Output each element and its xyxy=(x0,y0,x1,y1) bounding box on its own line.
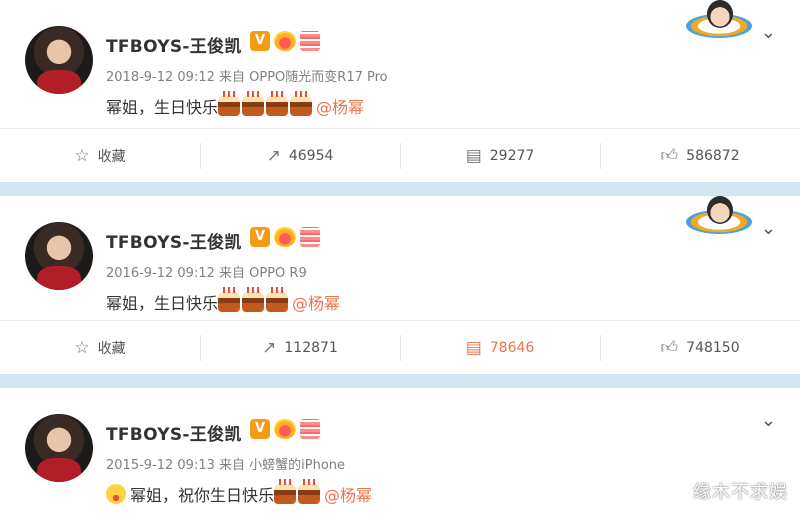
username[interactable]: TFBOYS-王俊凯 xyxy=(106,228,242,253)
card-sticker-icon xyxy=(686,0,752,42)
user-badges: V xyxy=(250,227,320,247)
verified-badge-icon[interactable]: V xyxy=(250,227,270,247)
favorite-label: 收藏 xyxy=(97,148,126,165)
user-badges: V xyxy=(250,31,320,51)
chevron-down-icon[interactable]: ⌄ xyxy=(761,22,776,43)
post-text: 幂姐，祝你生日快乐 xyxy=(130,486,275,505)
repost-button[interactable]: ↗ 112871 xyxy=(200,321,400,374)
member-badge-icon[interactable] xyxy=(300,31,320,51)
cake-emoji-icon xyxy=(298,479,321,504)
mention-link[interactable]: @杨幂 xyxy=(292,290,340,314)
mention-link[interactable]: @杨幂 xyxy=(324,482,372,506)
repost-count: 112871 xyxy=(284,339,338,356)
comment-button[interactable]: ▤ 78646 xyxy=(400,321,600,374)
post-header: TFBOYS-王俊凯 V 2015-9-12 09:13 来自 小螃蟹的iPho… xyxy=(0,388,800,516)
post-content: 幂姐，生日快乐 @杨幂 xyxy=(106,287,340,314)
card-sticker-icon xyxy=(686,196,752,238)
comment-button[interactable]: ▤ 29277 xyxy=(400,129,600,182)
verified-badge-icon[interactable]: V xyxy=(250,419,270,439)
cake-emoji-icon xyxy=(266,287,289,312)
weibo-post-1: TFBOYS-王俊凯 V 2018-9-12 09:12 来自 OPPO随光而变… xyxy=(0,0,800,182)
cake-emoji-icon xyxy=(242,287,265,312)
post-separator xyxy=(0,374,800,388)
watermark: 缘木不求娱 xyxy=(693,482,788,503)
action-bar: ☆ 收藏 ↗ 46954 ▤ 29277 👍︎ 586872 xyxy=(0,128,800,182)
post-meta: 2016-9-12 09:12 来自 OPPO R9 xyxy=(106,266,307,281)
avatar[interactable] xyxy=(25,414,93,482)
cake-emoji-icon xyxy=(242,91,265,116)
favorite-label: 收藏 xyxy=(97,340,126,357)
star-outline-icon: ☆ xyxy=(74,145,90,166)
crown-badge-icon[interactable] xyxy=(274,31,296,51)
like-count: 586872 xyxy=(686,147,740,164)
cake-emoji-icon xyxy=(218,91,241,116)
favorite-button[interactable]: ☆ 收藏 xyxy=(0,129,200,182)
member-badge-icon[interactable] xyxy=(300,227,320,247)
post-meta: 2015-9-12 09:13 来自 小螃蟹的iPhone xyxy=(106,458,346,473)
tongue-out-emoji-icon xyxy=(106,484,126,504)
action-bar: ☆ 收藏 ↗ 112871 ▤ 78646 👍︎ 748150 xyxy=(0,320,800,374)
cake-emoji-icon xyxy=(274,479,297,504)
post-separator xyxy=(0,182,800,196)
username[interactable]: TFBOYS-王俊凯 xyxy=(106,32,242,57)
star-outline-icon: ☆ xyxy=(74,337,90,358)
like-button[interactable]: 👍︎ 748150 xyxy=(600,321,800,374)
verified-badge-icon[interactable]: V xyxy=(250,31,270,51)
post-text: 幂姐，生日快乐 xyxy=(106,294,219,313)
weibo-post-2: TFBOYS-王俊凯 V 2016-9-12 09:12 来自 OPPO R9 … xyxy=(0,196,800,374)
comment-count: 78646 xyxy=(489,339,535,356)
like-button[interactable]: 👍︎ 586872 xyxy=(600,129,800,182)
repost-icon: ↗ xyxy=(266,145,281,166)
post-content: 幂姐，祝你生日快乐 @杨幂 xyxy=(106,479,372,506)
comment-icon: ▤ xyxy=(465,337,482,358)
mention-link[interactable]: @杨幂 xyxy=(316,94,364,118)
thumbs-up-icon: 👍︎ xyxy=(660,146,679,166)
crown-badge-icon[interactable] xyxy=(274,419,296,439)
user-badges: V xyxy=(250,419,320,439)
comment-icon: ▤ xyxy=(465,145,482,166)
member-badge-icon[interactable] xyxy=(300,419,320,439)
weibo-post-3: TFBOYS-王俊凯 V 2015-9-12 09:13 来自 小螃蟹的iPho… xyxy=(0,388,800,516)
avatar[interactable] xyxy=(25,222,93,290)
repost-icon: ↗ xyxy=(262,337,277,358)
post-text: 幂姐，生日快乐 xyxy=(106,98,219,117)
cake-emoji-icon xyxy=(218,287,241,312)
chevron-down-icon[interactable]: ⌄ xyxy=(761,218,776,239)
comment-count: 29277 xyxy=(489,147,535,164)
cake-emoji-icon xyxy=(290,91,313,116)
chevron-down-icon[interactable]: ⌄ xyxy=(761,410,776,431)
cake-emoji-icon xyxy=(266,91,289,116)
avatar[interactable] xyxy=(25,26,93,94)
post-meta: 2018-9-12 09:12 来自 OPPO随光而变R17 Pro xyxy=(106,70,388,85)
repost-count: 46954 xyxy=(288,147,334,164)
thumbs-up-icon: 👍︎ xyxy=(660,338,679,358)
post-header: TFBOYS-王俊凯 V 2018-9-12 09:12 来自 OPPO随光而变… xyxy=(0,0,800,128)
crown-badge-icon[interactable] xyxy=(274,227,296,247)
like-count: 748150 xyxy=(686,339,740,356)
favorite-button[interactable]: ☆ 收藏 xyxy=(0,321,200,374)
repost-button[interactable]: ↗ 46954 xyxy=(200,129,400,182)
username[interactable]: TFBOYS-王俊凯 xyxy=(106,420,242,445)
post-header: TFBOYS-王俊凯 V 2016-9-12 09:12 来自 OPPO R9 … xyxy=(0,196,800,320)
post-content: 幂姐，生日快乐 @杨幂 xyxy=(106,91,364,118)
